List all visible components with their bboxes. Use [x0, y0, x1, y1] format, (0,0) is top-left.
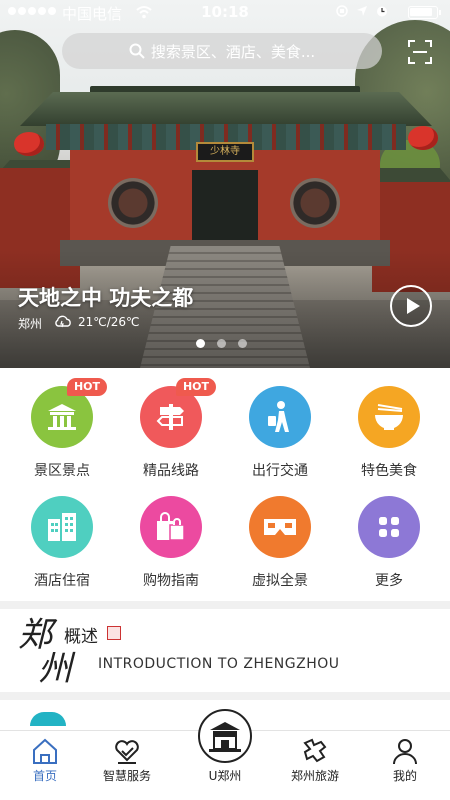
search-icon	[129, 43, 145, 59]
cloud-weather-icon	[55, 315, 71, 328]
grid-item-label: 特色美食	[361, 463, 417, 479]
seal-stamp-icon	[107, 626, 121, 640]
location-icon	[357, 6, 367, 16]
search-placeholder: 搜索景区、酒店、美食...	[150, 42, 316, 61]
more-grid-icon	[358, 496, 420, 558]
hero-title: 天地之中 功夫之都	[18, 286, 194, 310]
tab-smart-service[interactable]: 智慧服务	[82, 731, 172, 800]
grid-item-scenic-spots[interactable]: HOT 景区景点	[7, 368, 117, 479]
grid-item-more[interactable]: 更多	[334, 478, 444, 589]
hotel-buildings-icon	[31, 496, 93, 558]
grid-item-shopping[interactable]: 购物指南	[116, 478, 226, 589]
tab-u-zhengzhou[interactable]: U郑州	[180, 709, 270, 800]
traveler-icon	[249, 386, 311, 448]
carousel-dot[interactable]	[217, 339, 226, 348]
section-divider	[0, 601, 450, 609]
carousel-dot[interactable]	[238, 339, 247, 348]
bottom-tab-bar: 首页 智慧服务 U郑州 郑州旅游 我的	[0, 709, 450, 800]
alarm-icon	[377, 6, 387, 17]
tour-map-icon	[303, 738, 327, 763]
hero-weather: 21℃/26℃	[78, 315, 140, 329]
home-icon	[33, 738, 57, 764]
tab-zhengzhou-tourism[interactable]: 郑州旅游	[270, 731, 360, 800]
intro-subtitle: INTRODUCTION TO ZHENGZHOU	[98, 656, 340, 672]
lantern-left	[14, 132, 44, 156]
next-section-icon	[30, 712, 66, 726]
grid-item-label: 出行交通	[252, 463, 308, 479]
grid-item-local-food[interactable]: 特色美食	[334, 368, 444, 479]
grid-item-hotels[interactable]: 酒店住宿	[7, 478, 117, 589]
food-bowl-icon	[358, 386, 420, 448]
grid-item-label: 酒店住宿	[34, 573, 90, 589]
grid-item-vr-panorama[interactable]: 虚拟全景	[225, 478, 335, 589]
grid-item-label: 更多	[375, 573, 403, 589]
hot-badge: HOT	[67, 378, 107, 396]
grid-item-transport[interactable]: 出行交通	[225, 368, 335, 479]
scan-icon[interactable]	[408, 40, 432, 64]
tab-label: 智慧服务	[102, 769, 151, 783]
tab-label: 郑州旅游	[290, 769, 339, 783]
intro-title: 概述	[64, 627, 98, 647]
shopping-bags-icon	[140, 496, 202, 558]
carousel-dot[interactable]	[196, 339, 205, 348]
grid-item-label: 虚拟全景	[252, 573, 308, 589]
temple-round-window	[108, 178, 158, 228]
temple-plaque: 少林寺	[196, 142, 254, 162]
tab-mine[interactable]: 我的	[360, 731, 450, 800]
orientation-lock-icon	[336, 5, 348, 17]
search-bar[interactable]: 搜索景区、酒店、美食...	[62, 33, 382, 69]
temple-round-window	[290, 178, 340, 228]
hero-banner[interactable]: 少林寺 中国电信 10:18 搜索景区、酒店、美食... 天地之中 功夫之都 郑…	[0, 0, 450, 368]
category-grid: HOT 景区景点 HOT 精品线路 出行交通 特色美食 酒店住宿 购物指南 虚拟…	[0, 368, 450, 600]
tab-label: U郑州	[208, 769, 242, 783]
user-icon	[393, 739, 417, 765]
heart-service-icon	[115, 740, 139, 764]
play-video-button[interactable]	[390, 285, 432, 327]
lantern-right	[408, 126, 438, 150]
temple-door	[192, 170, 258, 246]
temple-roof	[20, 92, 432, 126]
hot-badge: HOT	[176, 378, 216, 396]
grid-item-label: 精品线路	[143, 463, 199, 479]
battery-icon	[408, 6, 441, 19]
grid-item-label: 购物指南	[143, 573, 199, 589]
calligraphy-char: 州	[38, 649, 72, 689]
grid-item-label: 景区景点	[34, 463, 90, 479]
grid-item-featured-routes[interactable]: HOT 精品线路	[116, 368, 226, 479]
tab-label: 我的	[392, 769, 417, 783]
zhengzhou-intro-card[interactable]: 郑 州 概述 INTRODUCTION TO ZHENGZHOU	[0, 610, 450, 692]
hero-city: 郑州	[18, 317, 43, 331]
status-bar: 中国电信 10:18	[0, 0, 450, 24]
tab-home[interactable]: 首页	[0, 731, 90, 800]
section-divider	[0, 692, 450, 700]
vr-glasses-icon	[249, 496, 311, 558]
tab-label: 首页	[32, 769, 57, 783]
city-gate-icon	[198, 709, 252, 763]
carousel-dots[interactable]	[196, 339, 247, 348]
